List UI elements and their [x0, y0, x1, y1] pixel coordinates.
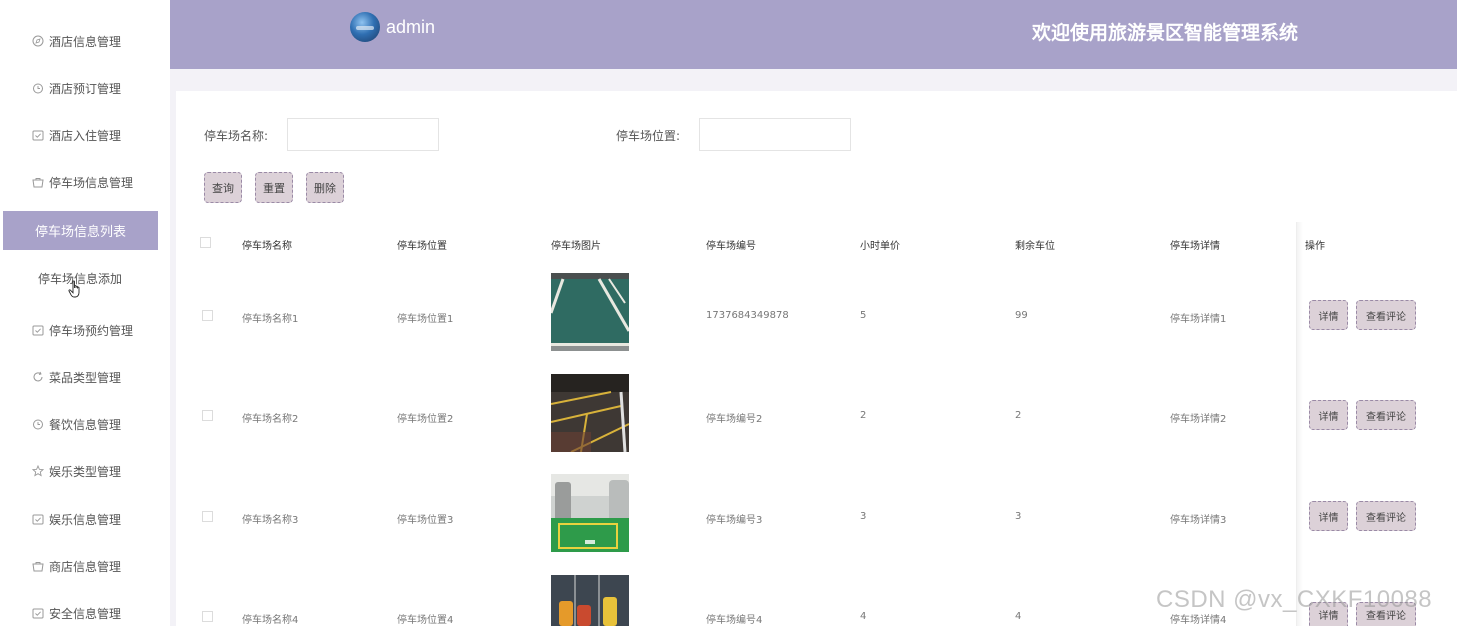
cell-code: 1737684349878: [706, 310, 789, 321]
sidebar-item-entertainment-type[interactable]: 娱乐类型管理: [0, 451, 170, 491]
delete-button[interactable]: 删除: [306, 172, 344, 203]
sidebar-item-safety-info[interactable]: 安全信息管理: [0, 593, 170, 626]
reset-button[interactable]: 重置: [255, 172, 293, 203]
sidebar-item-dish-type[interactable]: 菜品类型管理: [0, 357, 170, 397]
cell-details: 停车场详情1: [1170, 314, 1227, 325]
row-checkbox[interactable]: [202, 511, 213, 522]
username[interactable]: admin: [386, 17, 435, 38]
parking-name-label: 停车场名称:: [204, 129, 269, 143]
cell-name: 停车场名称2: [242, 414, 299, 425]
row-checkbox[interactable]: [202, 310, 213, 321]
detail-button[interactable]: 详情: [1309, 400, 1348, 430]
parking-lot-photo-4[interactable]: [551, 575, 629, 626]
column-header-location: 停车场位置: [397, 241, 447, 252]
watermark: CSDN @vx_CXKF10088: [1156, 586, 1433, 613]
sidebar-item-label: 停车场预约管理: [49, 323, 134, 338]
sidebar-item-dining-info[interactable]: 餐饮信息管理: [0, 404, 170, 444]
sidebar-item-label: 停车场信息管理: [49, 175, 134, 190]
sidebar-item-entertainment-info[interactable]: 娱乐信息管理: [0, 499, 170, 539]
cell-spaces: 2: [1015, 410, 1022, 421]
system-title: 欢迎使用旅游景区智能管理系统: [1032, 22, 1299, 44]
cell-details: 停车场详情2: [1170, 414, 1227, 425]
cell-location: 停车场位置2: [397, 414, 454, 425]
clock-icon: [31, 81, 45, 95]
cell-spaces: 3: [1015, 511, 1022, 522]
sidebar-item-hotel-info[interactable]: 酒店信息管理: [0, 21, 170, 61]
view-reviews-button[interactable]: 查看评论: [1356, 501, 1416, 531]
cell-spaces: 99: [1015, 310, 1028, 321]
sidebar-item-parking-add[interactable]: 停车场信息添加: [0, 258, 170, 298]
column-header-actions: 操作: [1305, 241, 1325, 252]
view-reviews-button[interactable]: 查看评论: [1356, 400, 1416, 430]
column-header-name: 停车场名称: [242, 241, 292, 252]
parking-location-input[interactable]: [699, 118, 851, 151]
sidebar-item-label: 酒店信息管理: [49, 34, 122, 49]
select-all-checkbox[interactable]: [200, 237, 211, 248]
view-reviews-button[interactable]: 查看评论: [1356, 300, 1416, 330]
column-header-image: 停车场图片: [551, 241, 601, 252]
calendar-check-icon: [31, 323, 45, 337]
cell-code: 停车场编号3: [706, 515, 763, 526]
sidebar-item-label: 娱乐类型管理: [49, 464, 122, 479]
column-header-price: 小时单价: [860, 241, 900, 252]
calendar-check-icon: [31, 512, 45, 526]
calendar-check-icon: [31, 606, 45, 620]
sidebar-item-label: 安全信息管理: [49, 606, 122, 621]
basket-icon: [31, 175, 45, 189]
calendar-check-icon: [31, 128, 45, 142]
sidebar-item-label: 商店信息管理: [49, 559, 122, 574]
hand-cursor-icon: [68, 280, 80, 298]
row-checkbox[interactable]: [202, 410, 213, 421]
sidebar-item-parking-reservation[interactable]: 停车场预约管理: [0, 310, 170, 350]
parking-lot-photo-3[interactable]: [551, 474, 629, 552]
star-icon: [31, 464, 45, 478]
sidebar: 酒店信息管理 酒店预订管理 酒店入住管理 停车场信息管理 停车场信息列表 停车场…: [0, 0, 170, 626]
avatar[interactable]: [350, 12, 380, 42]
cell-name: 停车场名称1: [242, 314, 299, 325]
sidebar-item-label: 菜品类型管理: [49, 370, 122, 385]
sidebar-item-parking-info[interactable]: 停车场信息管理: [0, 162, 170, 202]
cell-details: 停车场详情3: [1170, 515, 1227, 526]
sidebar-item-label: 餐饮信息管理: [49, 417, 122, 432]
content-panel: [176, 91, 1457, 626]
detail-button[interactable]: 详情: [1309, 300, 1348, 330]
sidebar-item-parking-list[interactable]: 停车场信息列表: [3, 211, 158, 250]
row-checkbox[interactable]: [202, 611, 213, 622]
sidebar-item-label: 停车场信息列表: [34, 225, 126, 240]
parking-lot-photo-2[interactable]: [551, 374, 629, 452]
sidebar-item-label: 酒店入住管理: [49, 128, 122, 143]
cell-code: 停车场编号2: [706, 414, 763, 425]
parking-name-input[interactable]: [287, 118, 439, 151]
parking-lot-photo-1[interactable]: [551, 273, 629, 351]
cell-name: 停车场名称3: [242, 515, 299, 526]
sidebar-item-hotel-checkin[interactable]: 酒店入住管理: [0, 115, 170, 155]
cell-price: 5: [860, 310, 867, 321]
sidebar-item-label: 酒店预订管理: [49, 81, 122, 96]
compass-icon: [31, 34, 45, 48]
parking-location-label: 停车场位置:: [616, 129, 681, 143]
sidebar-item-label: 娱乐信息管理: [49, 512, 122, 527]
cell-location: 停车场位置3: [397, 515, 454, 526]
cell-code: 停车场编号4: [706, 615, 763, 626]
cell-location: 停车场位置4: [397, 615, 454, 626]
cell-price: 4: [860, 611, 867, 622]
query-button[interactable]: 查询: [204, 172, 242, 203]
column-header-spaces: 剩余车位: [1015, 241, 1055, 252]
column-header-code: 停车场编号: [706, 241, 756, 252]
clock-icon: [31, 417, 45, 431]
basket-icon: [31, 559, 45, 573]
refresh-icon: [31, 370, 45, 384]
cell-name: 停车场名称4: [242, 615, 299, 626]
cell-price: 3: [860, 511, 867, 522]
cell-spaces: 4: [1015, 611, 1022, 622]
fixed-column-shadow: [1297, 222, 1303, 626]
column-header-details: 停车场详情: [1170, 241, 1220, 252]
sidebar-item-shop-info[interactable]: 商店信息管理: [0, 546, 170, 586]
detail-button[interactable]: 详情: [1309, 501, 1348, 531]
sidebar-item-hotel-booking[interactable]: 酒店预订管理: [0, 68, 170, 108]
cell-location: 停车场位置1: [397, 314, 454, 325]
cell-price: 2: [860, 410, 867, 421]
